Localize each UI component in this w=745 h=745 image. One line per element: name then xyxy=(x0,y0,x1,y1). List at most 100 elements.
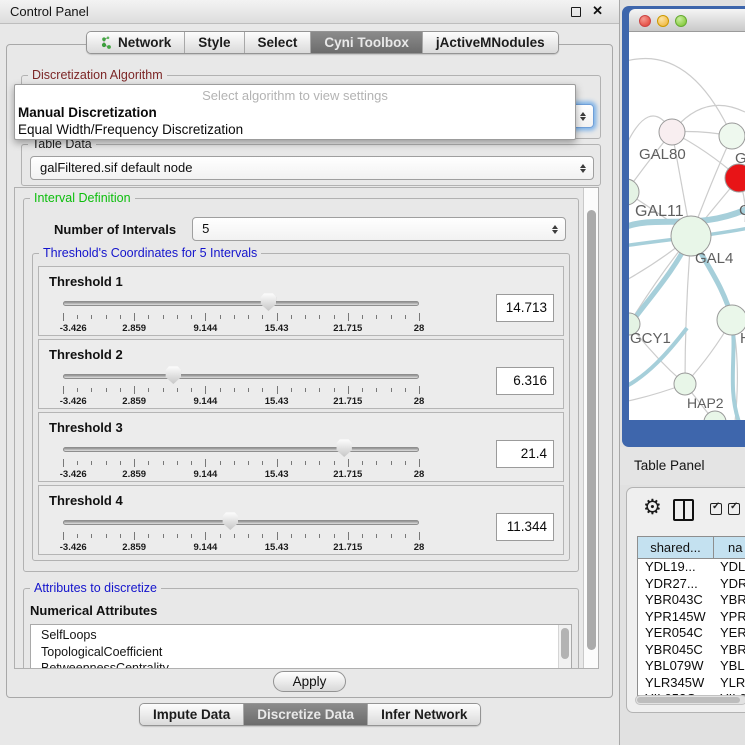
node-hap2[interactable] xyxy=(674,373,696,395)
list-scrollbar[interactable] xyxy=(558,625,571,669)
tab-network[interactable]: Network xyxy=(87,32,185,53)
slider-ticks xyxy=(63,459,419,468)
threshold-value-field[interactable]: 11.344 xyxy=(496,513,554,541)
algorithm-popup: Select algorithm to view settings Manual… xyxy=(14,84,576,140)
mac-close-icon[interactable] xyxy=(639,15,651,27)
node-gal11[interactable] xyxy=(629,179,639,205)
slider-ticks xyxy=(63,313,419,322)
tab-cyni-toolbox[interactable]: Cyni Toolbox xyxy=(311,32,423,53)
node-label-gal4: GAL4 xyxy=(695,250,733,267)
settings-scrollbar[interactable] xyxy=(583,188,598,668)
slider-track[interactable] xyxy=(63,374,419,379)
table-row[interactable]: YPR145WYPR1 xyxy=(638,609,745,626)
tab-discretize-data[interactable]: Discretize Data xyxy=(244,704,368,725)
mac-minimize-icon[interactable] xyxy=(657,15,669,27)
tab-jactivemnodules[interactable]: jActiveMNodules xyxy=(423,32,558,53)
number-of-intervals-label: Number of Intervals xyxy=(54,222,176,237)
table-row[interactable]: YLR345WYLR3 xyxy=(638,675,745,692)
tab-label: Discretize Data xyxy=(257,707,354,722)
network-canvas[interactable]: GAL80GACGAL11GAL4GCY1HHAP2 xyxy=(629,32,745,420)
slider-handle[interactable] xyxy=(260,293,276,311)
tab-label: Network xyxy=(118,35,171,50)
slider-handle[interactable] xyxy=(165,366,181,384)
attributes-group: Attributes to discretize Numerical Attri… xyxy=(23,588,579,669)
tab-label: Cyni Toolbox xyxy=(324,35,409,50)
tab-infer-network[interactable]: Infer Network xyxy=(368,704,480,725)
number-of-intervals-value: 5 xyxy=(202,221,209,236)
bottom-tab-bar: Impute Data Discretize Data Infer Network xyxy=(139,703,481,726)
slider-track[interactable] xyxy=(63,520,419,525)
group-title: Attributes to discretize xyxy=(30,581,161,595)
slider-handle[interactable] xyxy=(222,512,238,530)
tab-style[interactable]: Style xyxy=(185,32,244,53)
threshold-value-field[interactable]: 14.713 xyxy=(496,294,554,322)
slider-track[interactable] xyxy=(63,447,419,452)
table-row[interactable]: YBR043CYBR0 xyxy=(638,592,745,609)
slider-handle[interactable] xyxy=(336,439,352,457)
top-tab-bar: Network StyleSelect Cyni Toolbox jActiveMNo… xyxy=(86,31,559,54)
node-pink[interactable] xyxy=(659,119,685,145)
popup-option[interactable]: Equal Width/Frequency Discretization xyxy=(15,121,575,138)
node-label-ga: GA xyxy=(735,150,745,167)
group-title: Discretization Algorithm xyxy=(28,68,167,82)
table-toolbar: ⚙ xyxy=(627,488,745,532)
table-horizontal-scrollbar[interactable] xyxy=(635,695,745,705)
threshold-value-field[interactable]: 21.4 xyxy=(496,440,554,468)
slider-tick-labels: -3.4262.8599.14415.4321.71528 xyxy=(63,469,419,480)
table-data-group: Table Data galFiltered.sif default node xyxy=(21,144,601,186)
tab-label: Infer Network xyxy=(381,707,467,722)
threshold-coordinates-group: Threshold's Coordinates for 5 Intervals … xyxy=(32,253,570,561)
column-header[interactable]: na xyxy=(714,537,745,558)
node-table: shared... na YDL19...YDL1YDR27...YDR2YBR… xyxy=(637,536,745,696)
control-panel-titlebar: Control Panel ✕ xyxy=(0,0,619,24)
popup-option[interactable]: Manual Discretization xyxy=(15,104,575,121)
table-row[interactable]: YBR045CYBR0 xyxy=(638,642,745,659)
node-top-green[interactable] xyxy=(719,123,745,149)
node-label-hap2: HAP2 xyxy=(687,395,724,411)
threshold-slider[interactable]: -3.4262.8599.14415.4321.71528 xyxy=(63,293,419,333)
group-title: Threshold's Coordinates for 5 Intervals xyxy=(39,246,261,260)
mac-zoom-icon[interactable] xyxy=(675,15,687,27)
attribute-item[interactable]: TopologicalCoefficient xyxy=(41,644,571,661)
table-row[interactable]: YDR27...YDR2 xyxy=(638,576,745,593)
slider-tick-labels: -3.4262.8599.14415.4321.71528 xyxy=(63,542,419,553)
float-icon[interactable] xyxy=(571,7,581,17)
node-label-gal11: GAL11 xyxy=(635,203,684,220)
checkbox-icon[interactable] xyxy=(728,503,740,515)
table-data-value: galFiltered.sif default node xyxy=(40,160,192,175)
tab-label: jActiveMNodules xyxy=(436,35,545,50)
threshold-slider[interactable]: -3.4262.8599.14415.4321.71528 xyxy=(63,366,419,406)
tab-impute-data[interactable]: Impute Data xyxy=(140,704,244,725)
threshold-slider[interactable]: -3.4262.8599.14415.4321.71528 xyxy=(63,512,419,552)
attributes-listbox[interactable]: SelfLoopsTopologicalCoefficientBetweenne… xyxy=(30,624,572,669)
threshold-panel: Threshold 2 -3.4262.8599.14415.4321.7152… xyxy=(38,339,564,409)
settings-panel: Discretization Algorithm Table Data galF… xyxy=(6,44,613,698)
table-data-combobox[interactable]: galFiltered.sif default node xyxy=(30,156,594,180)
threshold-value-field[interactable]: 6.316 xyxy=(496,367,554,395)
threshold-label: Threshold 2 xyxy=(49,347,123,362)
slider-track[interactable] xyxy=(63,301,419,306)
network-edge[interactable] xyxy=(685,236,691,384)
tab-label: Impute Data xyxy=(153,707,230,722)
gear-icon[interactable]: ⚙ xyxy=(643,495,662,520)
table-panel-titlebar: Table Panel xyxy=(620,447,745,485)
table-row[interactable]: YER054CYER0 xyxy=(638,625,745,642)
popup-placeholder: Select algorithm to view settings xyxy=(15,87,575,104)
table-row[interactable]: YDL19...YDL1 xyxy=(638,559,745,576)
attribute-item[interactable]: BetweennessCentrality xyxy=(41,660,571,669)
node-label-h: H xyxy=(740,330,745,347)
control-panel: Control Panel ✕ Network StyleSelect Cyni T… xyxy=(0,0,620,745)
number-of-intervals-combobox[interactable]: 5 xyxy=(192,217,566,241)
checkbox-icon[interactable] xyxy=(710,503,722,515)
apply-button[interactable]: Apply xyxy=(273,671,347,692)
threshold-slider[interactable]: -3.4262.8599.14415.4321.71528 xyxy=(63,439,419,479)
close-icon[interactable]: ✕ xyxy=(592,3,603,19)
split-column-icon[interactable] xyxy=(673,499,694,521)
table-row[interactable]: YBL079WYBL0 xyxy=(638,658,745,675)
column-header[interactable]: shared... xyxy=(638,537,714,558)
network-icon xyxy=(100,36,113,50)
threshold-panel: Threshold 4 -3.4262.8599.14415.4321.7152… xyxy=(38,485,564,555)
attribute-item[interactable]: SelfLoops xyxy=(41,627,571,644)
slider-tick-labels: -3.4262.8599.14415.4321.71528 xyxy=(63,323,419,334)
tab-select[interactable]: Select xyxy=(245,32,312,53)
